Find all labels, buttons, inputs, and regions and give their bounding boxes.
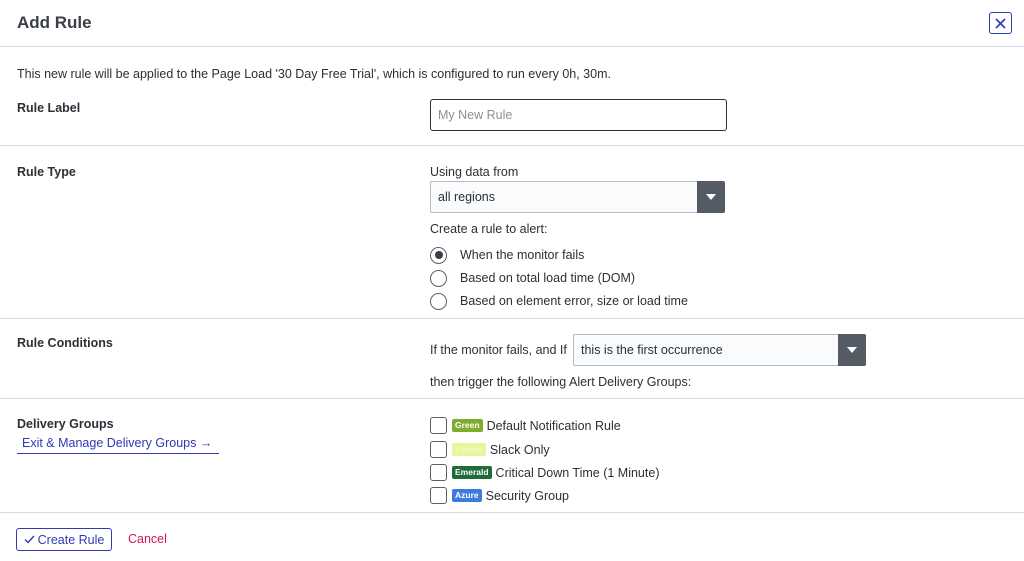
group-badge: Lemon	[452, 443, 486, 456]
alert-prompt: Create a rule to alert:	[430, 222, 548, 236]
group-name: Critical Down Time (1 Minute)	[495, 465, 660, 480]
data-source-select[interactable]: all regions	[430, 181, 725, 213]
condition-value: this is the first occurrence	[581, 343, 723, 357]
check-icon	[24, 535, 35, 544]
rule-type-heading: Rule Type	[17, 165, 76, 179]
checkbox[interactable]	[430, 417, 447, 434]
delivery-group-item[interactable]: Green Default Notification Rule	[430, 416, 621, 435]
group-badge: Azure	[452, 489, 482, 502]
divider	[0, 145, 1024, 146]
condition-prefix: If the monitor fails, and If	[430, 343, 567, 357]
divider	[0, 512, 1024, 513]
group-name: Security Group	[485, 488, 569, 503]
condition-suffix: then trigger the following Alert Deliver…	[430, 375, 692, 389]
radio-button[interactable]	[430, 292, 447, 310]
delivery-groups-heading: Delivery Groups	[17, 417, 114, 431]
group-badge: Green	[452, 419, 483, 432]
modal-header: Add Rule	[0, 0, 1024, 47]
rule-conditions-heading: Rule Conditions	[17, 336, 113, 350]
chevron-down-icon	[697, 181, 725, 213]
checkbox[interactable]	[430, 441, 447, 458]
close-icon	[995, 17, 1006, 29]
data-source-label: Using data from	[430, 165, 519, 179]
modal-title: Add Rule	[17, 13, 92, 32]
create-rule-button[interactable]: Create Rule	[16, 528, 112, 551]
radio-option-load-time[interactable]: Based on total load time (DOM)	[430, 268, 635, 288]
group-badge: Emerald	[452, 466, 492, 479]
radio-label: Based on element error, size or load tim…	[460, 294, 688, 308]
radio-option-monitor-fails[interactable]: When the monitor fails	[430, 245, 584, 265]
create-rule-label: Create Rule	[37, 532, 105, 547]
radio-label: Based on total load time (DOM)	[460, 271, 636, 285]
radio-option-element-error[interactable]: Based on element error, size or load tim…	[430, 291, 688, 311]
delivery-group-item[interactable]: Emerald Critical Down Time (1 Minute)	[430, 463, 659, 482]
checkbox[interactable]	[430, 487, 447, 504]
rule-label-input[interactable]	[430, 99, 727, 131]
delivery-group-item[interactable]: Lemon Slack Only	[430, 440, 550, 459]
delivery-group-item[interactable]: Azure Security Group	[430, 486, 569, 505]
radio-button[interactable]	[430, 269, 447, 287]
close-button[interactable]	[989, 12, 1012, 34]
cancel-link[interactable]: Cancel	[128, 532, 167, 546]
chevron-down-icon	[838, 334, 866, 366]
data-source-value: all regions	[438, 190, 495, 204]
condition-select[interactable]: this is the first occurrence	[573, 334, 866, 366]
group-name: Slack Only	[489, 442, 550, 457]
group-name: Default Notification Rule	[486, 418, 621, 433]
rule-label-heading: Rule Label	[17, 101, 81, 115]
checkbox[interactable]	[430, 464, 447, 481]
divider	[0, 398, 1024, 399]
manage-delivery-groups-link[interactable]: Exit & Manage Delivery Groups →	[17, 436, 219, 454]
intro-text: This new rule will be applied to the Pag…	[17, 67, 611, 81]
radio-button[interactable]	[430, 246, 447, 264]
divider	[0, 318, 1024, 319]
radio-label: When the monitor fails	[460, 248, 585, 262]
